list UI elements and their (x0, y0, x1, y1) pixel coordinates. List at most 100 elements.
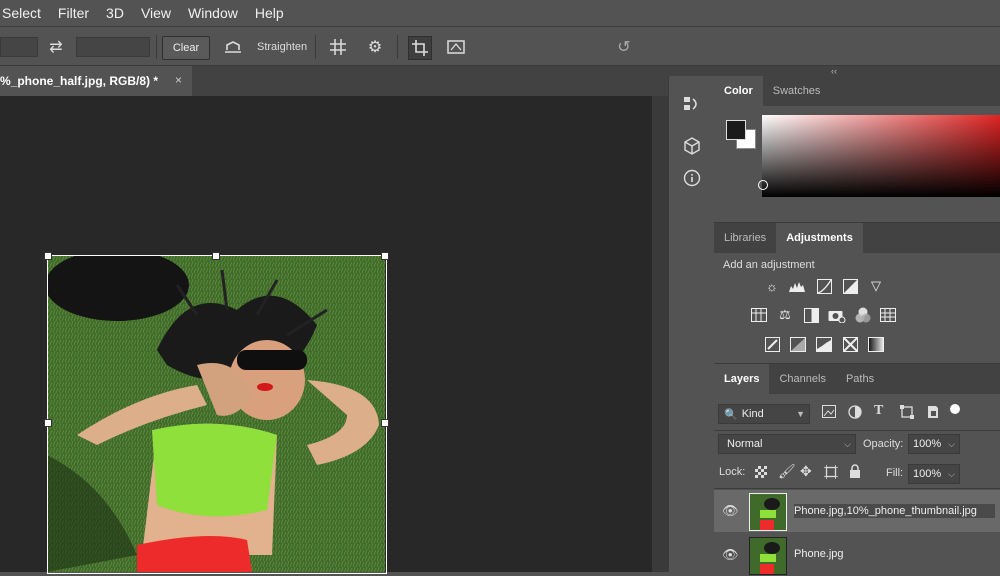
opacity-value: 100% (913, 438, 942, 450)
color-picker-field[interactable] (762, 115, 1000, 197)
delete-cropped-pixels-icon[interactable] (408, 36, 432, 60)
document-tab[interactable]: %_phone_half.jpg, RGB/8) * × (0, 66, 192, 96)
divider (714, 430, 1000, 431)
layer-row[interactable]: 👁 Phone.jpg,10%_phone_thumbnail.jpg (714, 490, 1000, 532)
divider (714, 488, 1000, 489)
separator (397, 35, 398, 59)
smart-object-filter-icon[interactable] (926, 405, 942, 421)
menu-select[interactable]: Select (2, 5, 41, 21)
layers-panel-tabs: Layers Channels Paths (714, 364, 1000, 394)
adjustments-panel-tabs: Libraries Adjustments (714, 223, 1000, 253)
photo-filter-icon[interactable] (828, 307, 846, 323)
clear-button[interactable]: Clear (162, 36, 210, 60)
gradient-map-icon[interactable] (867, 336, 885, 352)
crop-handle[interactable] (44, 419, 52, 427)
color-panel: Color Swatches (714, 76, 1000, 222)
type-layer-filter-icon[interactable]: T (874, 403, 883, 419)
swap-icon[interactable]: ⇄ (45, 36, 67, 58)
menu-view[interactable]: View (141, 5, 171, 21)
gear-icon[interactable]: ⚙ (364, 36, 386, 58)
document-title: %_phone_half.jpg, RGB/8) * (0, 74, 159, 88)
foreground-color-swatch[interactable] (726, 120, 746, 140)
crop-frame[interactable] (47, 255, 387, 574)
pixel-layer-filter-icon[interactable] (822, 405, 838, 421)
vibrance-icon[interactable]: ▽ (867, 278, 885, 294)
tab-channels[interactable]: Channels (769, 364, 835, 394)
fill-input[interactable]: 100% ⌵ (908, 464, 960, 484)
fill-value: 100% (913, 468, 942, 480)
separator (315, 35, 316, 59)
lock-artboard-icon[interactable] (824, 465, 838, 479)
reset-icon[interactable]: ↺ (613, 36, 635, 58)
black-white-icon[interactable] (802, 307, 820, 323)
tab-swatches[interactable]: Swatches (763, 76, 831, 106)
lock-transparent-pixels-icon[interactable] (755, 466, 767, 478)
shape-layer-filter-icon[interactable] (900, 405, 916, 421)
layer-filter-dropdown[interactable]: 🔍 Kind ▼ (718, 404, 810, 424)
width-field[interactable] (0, 37, 38, 57)
adjustments-panel: Libraries Adjustments Add an adjustment … (714, 222, 1000, 363)
lock-all-icon[interactable] (849, 464, 863, 478)
brightness-contrast-icon[interactable]: ☼ (763, 278, 781, 294)
lock-position-icon[interactable]: ✥ (800, 463, 812, 480)
info-icon[interactable] (681, 167, 703, 189)
blend-mode-dropdown[interactable]: Normal ⌵ (718, 434, 856, 454)
tab-paths[interactable]: Paths (836, 364, 884, 394)
opacity-input[interactable]: 100% ⌵ (908, 434, 960, 454)
crop-handle[interactable] (44, 252, 52, 260)
hue-saturation-icon[interactable] (750, 307, 768, 323)
history-icon[interactable] (681, 93, 703, 115)
panel-collapse-bar[interactable]: ‹‹ (668, 66, 1000, 76)
chevron-down-icon[interactable]: ⌵ (948, 439, 955, 450)
posterize-icon[interactable] (789, 336, 807, 352)
menu-help[interactable]: Help (255, 5, 284, 21)
layer-row[interactable]: 👁 Phone.jpg (714, 534, 1000, 576)
crop-handle[interactable] (381, 419, 389, 427)
fill-label: Fill: (886, 467, 904, 479)
layer-thumbnail (749, 537, 787, 575)
filter-toggle-icon[interactable] (950, 404, 960, 414)
levels-icon[interactable] (788, 278, 806, 294)
visibility-eye-icon[interactable]: 👁 (722, 547, 739, 563)
panel-icon-strip (668, 76, 715, 572)
menu-filter[interactable]: Filter (58, 5, 89, 21)
tab-layers[interactable]: Layers (714, 364, 770, 394)
color-panel-tabs: Color Swatches (714, 76, 1000, 106)
threshold-icon[interactable] (815, 336, 833, 352)
layers-panel: Layers Channels Paths 🔍 Kind ▼ T Normal … (714, 363, 1000, 576)
selective-color-icon[interactable] (841, 336, 859, 352)
menu-bar: Select Filter 3D View Window Help (0, 0, 1000, 27)
curves-icon[interactable] (815, 278, 833, 294)
menu-3d[interactable]: 3D (106, 5, 124, 21)
content-aware-icon[interactable] (445, 36, 467, 58)
layer-name: Phone.jpg (794, 548, 844, 560)
straighten-label: Straighten (257, 41, 308, 53)
color-lookup-icon[interactable] (879, 307, 897, 323)
visibility-eye-icon[interactable]: 👁 (722, 503, 739, 519)
exposure-icon[interactable] (841, 278, 859, 294)
vertical-scrollbar[interactable] (652, 96, 668, 572)
straighten-icon[interactable] (222, 36, 244, 58)
lock-label: Lock: (719, 466, 746, 478)
options-bar: ⇄ Clear Straighten ⚙ ↺ (0, 27, 1000, 66)
close-icon[interactable]: × (175, 73, 182, 87)
adjustment-layer-filter-icon[interactable] (848, 405, 864, 421)
separator (156, 35, 157, 59)
layer-filter-label: Kind (741, 408, 764, 420)
lock-image-pixels-icon[interactable]: 🖌 (778, 463, 796, 480)
layer-name-input[interactable]: Phone.jpg,10%_phone_thumbnail.jpg (794, 504, 995, 518)
chevron-down-icon[interactable]: ⌵ (948, 469, 955, 480)
height-field[interactable] (76, 37, 150, 57)
tab-color[interactable]: Color (714, 76, 763, 106)
channel-mixer-icon[interactable] (854, 307, 872, 323)
3d-icon[interactable] (681, 135, 703, 157)
crop-handle[interactable] (212, 252, 220, 260)
tab-libraries[interactable]: Libraries (714, 223, 776, 253)
menu-window[interactable]: Window (188, 5, 238, 21)
color-balance-icon[interactable]: ⚖ (776, 307, 794, 323)
invert-icon[interactable] (763, 336, 781, 352)
grid-overlay-icon[interactable] (327, 36, 349, 58)
color-picker-cursor[interactable] (758, 180, 768, 190)
crop-handle[interactable] (381, 252, 389, 260)
tab-adjustments[interactable]: Adjustments (776, 223, 863, 253)
